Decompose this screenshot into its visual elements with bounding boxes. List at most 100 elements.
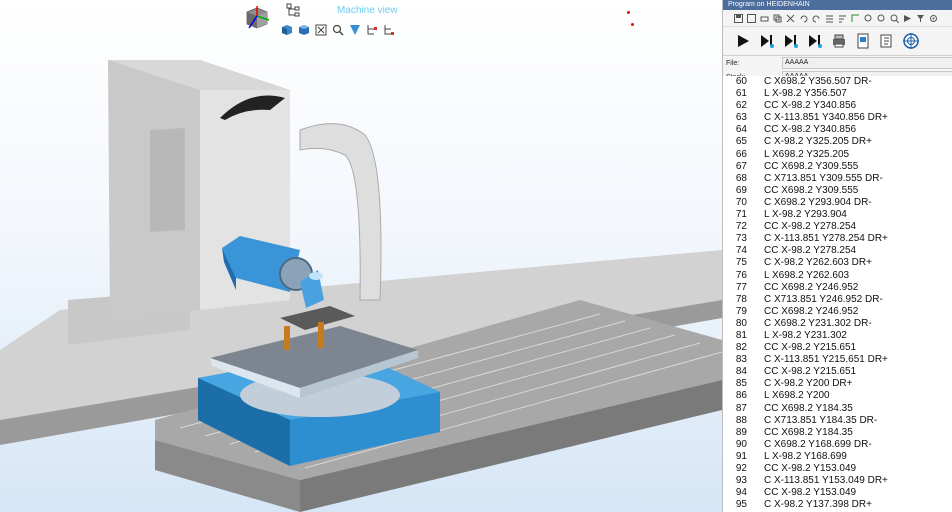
- code-line[interactable]: 75 C X-98.2 Y262.603 DR+: [723, 257, 952, 269]
- code-line[interactable]: 63 C X-113.851 Y340.856 DR+: [723, 112, 952, 124]
- line-text: CC X-98.2 Y340.856: [764, 100, 857, 112]
- code-line[interactable]: 68 C X713.851 Y309.555 DR-: [723, 173, 952, 185]
- line-number: 88: [735, 414, 747, 426]
- line-number: 61: [735, 88, 747, 100]
- step-end-icon[interactable]: [805, 31, 825, 51]
- code-line[interactable]: 81 L X-98.2 Y231.302: [723, 330, 952, 342]
- undo-icon[interactable]: [798, 13, 808, 23]
- line-number: 85: [735, 378, 747, 390]
- code-line[interactable]: 65 C X-98.2 Y325.205 DR+: [723, 136, 952, 148]
- code-line[interactable]: 83 C X-113.851 Y215.651 DR+: [723, 354, 952, 366]
- code-line[interactable]: 70 C X698.2 Y293.904 DR-: [723, 197, 952, 209]
- line-number: 71: [735, 209, 747, 221]
- file-value[interactable]: AAAAA: [782, 57, 952, 69]
- marker-dot: [631, 23, 634, 26]
- code-line[interactable]: 62 CC X-98.2 Y340.856: [723, 100, 952, 112]
- panel-run-toolbar: [723, 27, 952, 56]
- program-code-list[interactable]: 60 C X698.2 Y356.507 DR- 61 L X-98.2 Y356.5…: [723, 76, 952, 512]
- code-line[interactable]: 79 CC X698.2 Y246.952: [723, 306, 952, 318]
- code-line[interactable]: 67 CC X698.2 Y309.555: [723, 161, 952, 173]
- code-line[interactable]: 77 CC X698.2 Y246.952: [723, 282, 952, 294]
- code-line[interactable]: 61 L X-98.2 Y356.507: [723, 88, 952, 100]
- filter-icon[interactable]: [915, 13, 925, 23]
- list-up-icon[interactable]: [824, 13, 834, 23]
- machine-viewport[interactable]: Machine view: [0, 0, 722, 512]
- redo-icon[interactable]: [811, 13, 821, 23]
- document-icon[interactable]: [853, 31, 873, 51]
- save-as-icon[interactable]: [746, 13, 756, 23]
- line-number: 81: [735, 329, 747, 341]
- code-line[interactable]: 69 CC X698.2 Y309.555: [723, 185, 952, 197]
- line-text: C X698.2 Y356.507 DR-: [764, 76, 872, 87]
- line-text: L X698.2 Y262.603: [764, 269, 850, 281]
- code-line[interactable]: 84 CC X-98.2 Y215.651: [723, 366, 952, 378]
- code-line[interactable]: 92 CC X-98.2 Y153.049: [723, 463, 952, 475]
- program-panel: Program on HEIDENHAIN File: AAAAA Stack:: [722, 0, 952, 512]
- step-forward-icon[interactable]: [757, 31, 777, 51]
- tree-view-icon[interactable]: [286, 3, 302, 19]
- code-line[interactable]: 91 L X-98.2 Y168.699: [723, 451, 952, 463]
- copy-icon[interactable]: [772, 13, 782, 23]
- list-down-icon[interactable]: [837, 13, 847, 23]
- line-text: CC X-98.2 Y340.856: [764, 124, 857, 136]
- play-icon[interactable]: [733, 31, 753, 51]
- code-line[interactable]: 76 L X698.2 Y262.603: [723, 270, 952, 282]
- code-line[interactable]: 66 L X698.2 Y325.205: [723, 149, 952, 161]
- printer-icon[interactable]: [829, 31, 849, 51]
- code-line[interactable]: 64 CC X-98.2 Y340.856: [723, 124, 952, 136]
- code-line[interactable]: 94 CC X-98.2 Y153.049: [723, 487, 952, 499]
- step-icon[interactable]: [850, 13, 860, 23]
- view-cube-icon[interactable]: [243, 4, 271, 32]
- code-line[interactable]: 89 CC X698.2 Y184.35: [723, 427, 952, 439]
- line-text: CC X698.2 Y246.952: [764, 305, 859, 317]
- code-line[interactable]: 82 CC X-98.2 Y215.651: [723, 342, 952, 354]
- code-line[interactable]: 73 C X-113.851 Y278.254 DR+: [723, 233, 952, 245]
- code-line[interactable]: 95 C X-98.2 Y137.398 DR+: [723, 499, 952, 511]
- tree-add-icon[interactable]: [365, 23, 379, 37]
- line-text: CC X-98.2 Y153.049: [764, 487, 857, 499]
- line-text: CC X-98.2 Y278.254: [764, 245, 857, 257]
- code-line[interactable]: 90 C X698.2 Y168.699 DR-: [723, 439, 952, 451]
- zoom-in-icon[interactable]: [863, 13, 873, 23]
- code-line[interactable]: 86 L X698.2 Y200: [723, 390, 952, 402]
- line-text: L X-98.2 Y168.699: [764, 450, 847, 462]
- line-number: 67: [735, 160, 747, 172]
- line-number: 91: [735, 450, 747, 462]
- fit-view-icon[interactable]: [314, 23, 328, 37]
- line-text: L X698.2 Y325.205: [764, 148, 850, 160]
- print-icon[interactable]: [759, 13, 769, 23]
- line-text: C X713.851 Y246.952 DR-: [764, 293, 883, 305]
- zoom-icon[interactable]: [331, 23, 345, 37]
- line-text: C X-98.2 Y137.398 DR+: [764, 499, 872, 511]
- code-line[interactable]: 93 C X-113.851 Y153.049 DR+: [723, 475, 952, 487]
- cut-icon[interactable]: [785, 13, 795, 23]
- line-text: C X-113.851 Y215.651 DR+: [764, 354, 888, 366]
- zoom-out-icon[interactable]: [876, 13, 886, 23]
- save-icon[interactable]: [733, 13, 743, 23]
- code-line[interactable]: 71 L X-98.2 Y293.904: [723, 209, 952, 221]
- code-line[interactable]: 72 CC X-98.2 Y278.254: [723, 221, 952, 233]
- code-line[interactable]: 80 C X698.2 Y231.302 DR-: [723, 318, 952, 330]
- line-number: 73: [735, 233, 747, 245]
- line-number: 78: [735, 293, 747, 305]
- export-icon[interactable]: [877, 31, 897, 51]
- iso-view-icon[interactable]: [280, 23, 294, 37]
- line-text: C X698.2 Y231.302 DR-: [764, 317, 872, 329]
- tree-remove-icon[interactable]: [382, 23, 396, 37]
- line-number: 82: [735, 342, 747, 354]
- code-line[interactable]: 87 CC X698.2 Y184.35: [723, 403, 952, 415]
- code-line[interactable]: 78 C X713.851 Y246.952 DR-: [723, 294, 952, 306]
- code-line[interactable]: 85 C X-98.2 Y200 DR+: [723, 378, 952, 390]
- shade-icon[interactable]: [348, 23, 362, 37]
- search-icon[interactable]: [889, 13, 899, 23]
- line-number: 66: [735, 148, 747, 160]
- code-line[interactable]: 74 CC X-98.2 Y278.254: [723, 245, 952, 257]
- code-line[interactable]: 88 C X713.851 Y184.35 DR-: [723, 415, 952, 427]
- settings-icon[interactable]: [928, 13, 938, 23]
- step-line-icon[interactable]: [781, 31, 801, 51]
- top-view-icon[interactable]: [297, 23, 311, 37]
- goto-icon[interactable]: [902, 13, 912, 23]
- code-line[interactable]: 60 C X698.2 Y356.507 DR-: [723, 76, 952, 88]
- target-icon[interactable]: [901, 31, 921, 51]
- line-number: 77: [735, 281, 747, 293]
